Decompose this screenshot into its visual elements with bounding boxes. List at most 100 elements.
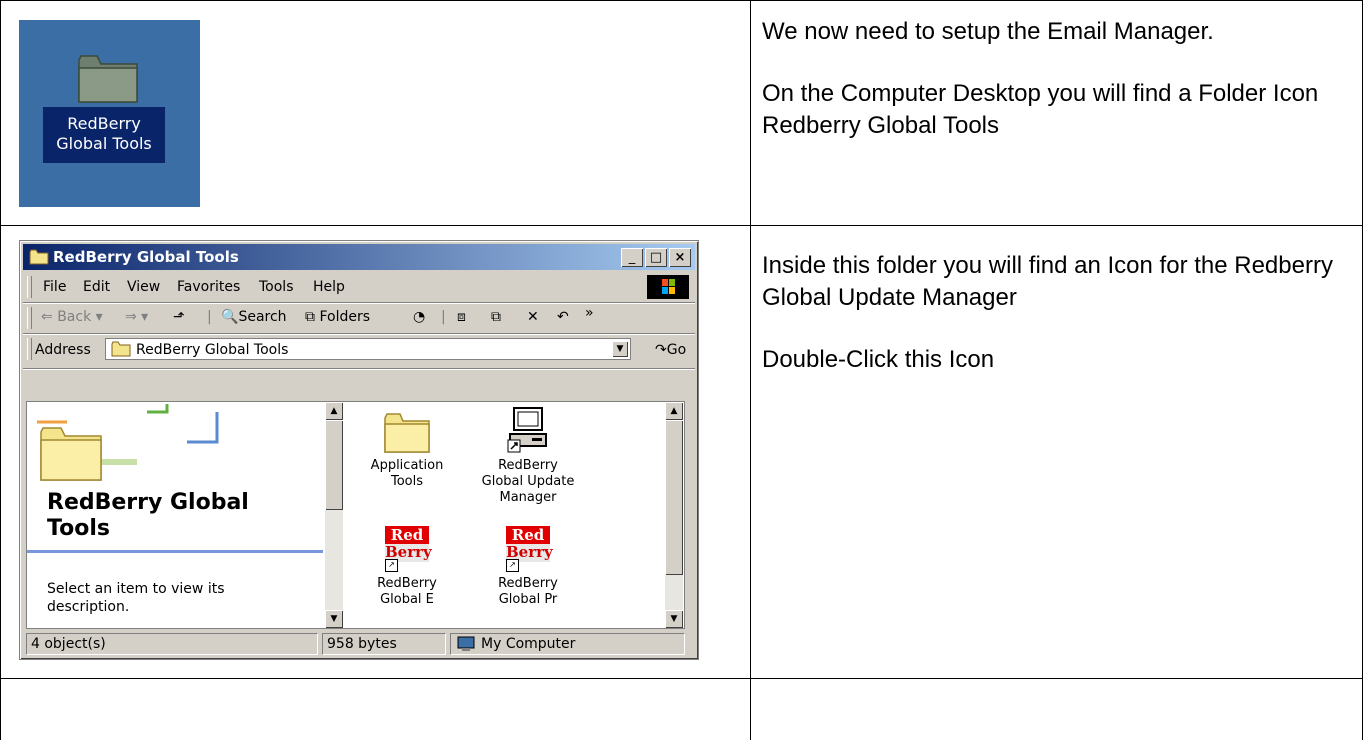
move-to-icon[interactable]: ⧈: [457, 309, 466, 325]
shortcut-arrow-icon: ↗: [385, 559, 398, 572]
redberry-shortcut-icon: Red Berry ↗: [383, 526, 432, 572]
address-bar: Address RedBerry Global Tools ▼ ↷Go: [23, 334, 695, 369]
table-border-left: [0, 0, 1, 740]
go-button[interactable]: ↷Go: [655, 342, 686, 358]
status-size: 958 bytes: [322, 633, 446, 655]
folder-icon: [40, 427, 102, 481]
scroll-thumb[interactable]: [665, 420, 683, 575]
item-label-line1: Application: [370, 458, 444, 473]
folder-description: Select an item to view its description.: [47, 580, 225, 616]
folder-description-line1: Select an item to view its: [47, 581, 225, 597]
row1-instructions: We now need to setup the Email Manager. …: [762, 16, 1352, 142]
desktop-folder-label[interactable]: RedBerry Global Tools: [43, 107, 165, 163]
item-label-line1: RedBerry: [498, 576, 558, 591]
content-pane: RedBerry Global Tools Select an item to …: [26, 401, 685, 629]
toolbar: ⇐ Back ▾ ⇒ ▾ ⬏ | 🔍Search ⧉ Folders ◔ | ⧈…: [23, 303, 695, 334]
table-border-top: [0, 0, 1363, 1]
file-item-redberry-global-pr[interactable]: Red Berry ↗ RedBerry Global Pr: [478, 526, 578, 608]
status-zone: My Computer: [450, 633, 685, 655]
file-item-application-tools[interactable]: Application Tools: [357, 410, 457, 490]
desktop-snippet: RedBerry Global Tools: [19, 20, 200, 207]
menu-grip[interactable]: [27, 276, 32, 298]
redberry-shortcut-icon: Red Berry ↗: [504, 526, 553, 572]
go-label: Go: [666, 342, 687, 358]
row2-paragraph-2: Double-Click this Icon: [762, 346, 995, 373]
windows-logo-icon: [647, 275, 689, 299]
table-row-divider-2: [0, 678, 1363, 679]
table-row-divider-1: [0, 225, 1363, 226]
address-grip[interactable]: [27, 338, 32, 360]
toolbar-overflow-button[interactable]: »: [585, 305, 594, 321]
up-folder-icon[interactable]: ⬏: [173, 309, 185, 325]
menu-view[interactable]: View: [127, 279, 160, 295]
folder-icon: [111, 341, 131, 357]
item-label-line2: Global Update: [481, 474, 575, 489]
folders-label: Folders: [319, 309, 371, 325]
window-title: RedBerry Global Tools: [53, 248, 239, 266]
copy-to-icon[interactable]: ⧉: [491, 309, 501, 325]
computer-shortcut-icon: [507, 407, 547, 453]
search-button[interactable]: 🔍Search: [221, 309, 287, 325]
menu-edit[interactable]: Edit: [83, 279, 110, 295]
folder-description-line2: description.: [47, 599, 130, 615]
maximize-button[interactable]: □: [645, 248, 667, 267]
explorer-window: RedBerry Global Tools _ □ × File Edit Vi…: [19, 240, 699, 660]
minimize-button[interactable]: _: [621, 248, 643, 267]
desktop-folder-label-line2: Global Tools: [56, 134, 152, 153]
file-item-redberry-global-e[interactable]: Red Berry ↗ RedBerry Global E: [357, 526, 457, 608]
go-arrow-icon: ↷: [655, 342, 667, 358]
address-dropdown-button[interactable]: ▼: [612, 341, 628, 357]
folder-title-line2: Tools: [47, 516, 110, 541]
scroll-down-button[interactable]: ▼: [325, 610, 343, 628]
scroll-up-button[interactable]: ▲: [665, 402, 683, 420]
row2-paragraph-1: Inside this folder you will find an Icon…: [762, 252, 1333, 311]
scroll-down-button[interactable]: ▼: [665, 610, 683, 628]
item-label-line1: RedBerry: [377, 576, 437, 591]
item-label-line2: Global E: [380, 592, 434, 607]
toolbar-separator: |: [207, 309, 212, 325]
redberry-icon-top: Red: [506, 526, 550, 544]
row2-instructions: Inside this folder you will find an Icon…: [762, 250, 1352, 376]
undo-icon[interactable]: ↶: [557, 309, 569, 325]
forward-button[interactable]: ⇒ ▾: [125, 309, 148, 325]
status-zone-label: My Computer: [481, 636, 576, 652]
row1-paragraph-2: On the Computer Desktop you will find a …: [762, 80, 1319, 139]
left-scrollbar[interactable]: ▲ ▼: [325, 402, 343, 628]
shortcut-arrow-icon: ↗: [506, 559, 519, 572]
item-label-line1: RedBerry: [498, 458, 558, 473]
address-input[interactable]: RedBerry Global Tools ▼: [105, 338, 631, 360]
item-label-line2: Tools: [390, 474, 424, 489]
title-bar[interactable]: RedBerry Global Tools _ □ ×: [23, 244, 695, 270]
search-icon: 🔍: [221, 309, 239, 325]
web-view-pane: RedBerry Global Tools Select an item to …: [27, 402, 323, 628]
scroll-up-button[interactable]: ▲: [325, 402, 343, 420]
item-label-line2: Global Pr: [498, 592, 558, 607]
menu-tools[interactable]: Tools: [259, 279, 294, 295]
close-button[interactable]: ×: [669, 248, 691, 267]
menu-help[interactable]: Help: [313, 279, 345, 295]
menu-file[interactable]: File: [43, 279, 66, 295]
status-object-count: 4 object(s): [26, 633, 318, 655]
my-computer-icon: [457, 636, 475, 651]
folders-button[interactable]: ⧉ Folders: [305, 309, 370, 325]
toolbar-grip[interactable]: [27, 307, 32, 329]
folder-title: RedBerry Global Tools: [47, 490, 249, 542]
folder-icon[interactable]: [77, 52, 139, 104]
file-item-update-manager[interactable]: RedBerry Global Update Manager: [473, 406, 583, 506]
scroll-thumb[interactable]: [325, 420, 343, 510]
right-scrollbar[interactable]: ▲ ▼: [665, 402, 683, 628]
delete-icon[interactable]: ✕: [527, 309, 539, 325]
menu-favorites[interactable]: Favorites: [177, 279, 240, 295]
search-label: Search: [238, 309, 287, 325]
history-icon[interactable]: ◔: [413, 309, 425, 325]
item-label-line3: Manager: [499, 490, 557, 505]
status-bar: 4 object(s) 958 bytes My Computer: [26, 633, 685, 655]
toolbar-separator: |: [441, 309, 446, 325]
menu-bar: File Edit View Favorites Tools Help: [23, 272, 695, 303]
back-button[interactable]: ⇐ Back ▾: [41, 309, 103, 325]
folder-title-line1: RedBerry Global: [47, 490, 249, 515]
address-value: RedBerry Global Tools: [136, 342, 289, 358]
title-underline: [27, 550, 323, 553]
address-label: Address: [35, 342, 91, 358]
back-label: Back: [57, 309, 92, 325]
